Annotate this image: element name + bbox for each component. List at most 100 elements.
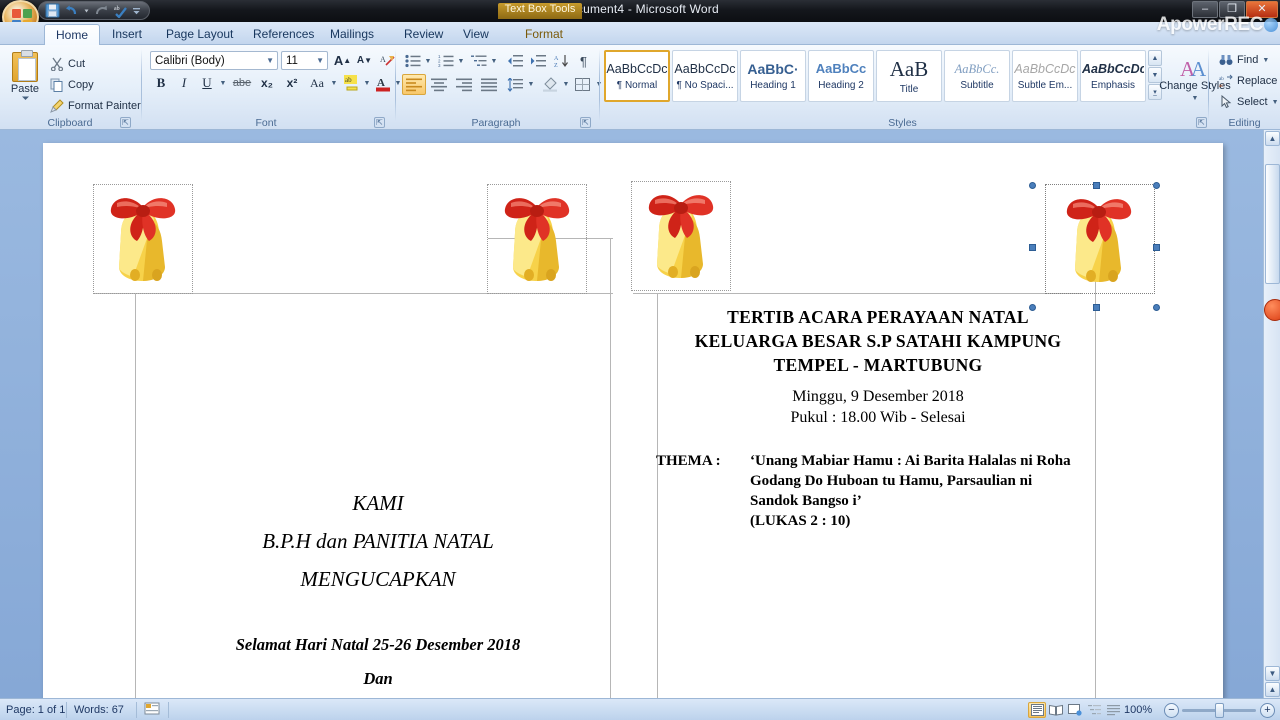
draft-view-button[interactable]	[1104, 702, 1122, 718]
scroll-down-button[interactable]: ▼	[1265, 666, 1280, 681]
zoom-in-button[interactable]: +	[1260, 703, 1275, 718]
change-case-dropdown-icon[interactable]: ▼	[329, 73, 339, 93]
right-card-thema-line-2[interactable]: Godang Do Huboan tu Hamu, Parsaulian ni	[750, 473, 1032, 490]
text-highlight-button[interactable]: ab	[341, 73, 363, 93]
paragraph-dialog-launcher[interactable]: ⇱	[580, 117, 591, 128]
outline-view-button[interactable]	[1085, 702, 1103, 718]
styles-dialog-launcher[interactable]: ⇱	[1196, 117, 1207, 128]
tab-home[interactable]: Home	[44, 24, 101, 45]
right-card-heading-2[interactable]: KELUARGA BESAR S.P SATAHI KAMPUNG	[663, 331, 1093, 352]
tab-page-layout[interactable]: Page Layout	[155, 24, 244, 45]
style-no-spacing[interactable]: AaBbCcDc ¶ No Spaci...	[672, 50, 738, 102]
left-card-line-1[interactable]: KAMI	[143, 491, 613, 516]
right-card-time[interactable]: Pukul : 18.00 Wib - Selesai	[663, 409, 1093, 427]
left-card-line-2[interactable]: B.P.H dan PANITIA NATAL	[143, 529, 613, 554]
find-button[interactable]: Find ▼	[1215, 51, 1277, 69]
format-painter-button[interactable]: Format Painter	[46, 97, 141, 115]
shrink-font-button[interactable]: A ▼	[354, 51, 375, 70]
bullets-button[interactable]	[402, 51, 423, 71]
scroll-up-button[interactable]: ▲	[1265, 131, 1280, 146]
page-number-status[interactable]: Page: 1 of 1	[6, 703, 65, 717]
scrollbar-thumb[interactable]	[1265, 164, 1280, 284]
clipboard-dialog-launcher[interactable]: ⇱	[120, 117, 131, 128]
web-layout-view-button[interactable]	[1066, 702, 1084, 718]
multilevel-dropdown-icon[interactable]: ▼	[489, 51, 499, 71]
right-card-thema-line-1[interactable]: ‘Unang Mabiar Hamu : Ai Barita Halalas n…	[750, 453, 1071, 470]
font-name-combobox[interactable]: Calibri (Body) ▼	[150, 51, 278, 70]
resize-handle-middle-left[interactable]	[1029, 244, 1036, 251]
right-card-heading-3[interactable]: TEMPEL - MARTUBUNG	[663, 355, 1093, 376]
justify-button[interactable]	[477, 74, 501, 95]
undo-dropdown-icon[interactable]	[83, 3, 90, 18]
align-right-button[interactable]	[452, 74, 476, 95]
line-spacing-dropdown-icon[interactable]: ▼	[526, 74, 536, 95]
font-dialog-launcher[interactable]: ⇱	[374, 117, 385, 128]
increase-indent-button[interactable]	[527, 51, 549, 71]
cut-button[interactable]: Cut	[46, 55, 134, 73]
style-heading-1[interactable]: AaBbC· Heading 1	[740, 50, 806, 102]
spelling-icon[interactable]: ab	[113, 3, 128, 19]
style-subtle-emphasis[interactable]: AaBbCcDc Subtle Em...	[1012, 50, 1078, 102]
font-color-button[interactable]: A	[373, 73, 393, 93]
word-count-status[interactable]: Words: 67	[74, 703, 124, 717]
tab-review[interactable]: Review	[393, 24, 454, 45]
previous-page-button[interactable]: ▲	[1265, 682, 1280, 697]
style-subtitle[interactable]: AaBbCc. Subtitle	[944, 50, 1010, 102]
left-card-greeting-1[interactable]: Selamat Hari Natal 25-26 Desember 2018	[143, 635, 613, 655]
shading-dropdown-icon[interactable]: ▼	[561, 74, 571, 95]
subscript-button[interactable]: x₂	[255, 73, 279, 93]
resize-handle-top-center[interactable]	[1093, 182, 1100, 189]
tab-mailings[interactable]: Mailings	[319, 24, 385, 45]
align-left-button[interactable]	[402, 74, 426, 95]
shading-button[interactable]	[539, 74, 561, 95]
resize-handle-bottom-center[interactable]	[1093, 304, 1100, 311]
style-heading-2[interactable]: AaBbCc Heading 2	[808, 50, 874, 102]
left-card-greeting-2[interactable]: Dan	[143, 669, 613, 689]
zoom-out-button[interactable]: −	[1164, 703, 1179, 718]
select-button[interactable]: Select ▼	[1215, 93, 1280, 111]
print-layout-view-button[interactable]	[1028, 702, 1046, 718]
style-emphasis[interactable]: AaBbCcDc Emphasis	[1080, 50, 1146, 102]
numbering-button[interactable]: 123	[435, 51, 456, 71]
zoom-slider-handle[interactable]	[1215, 703, 1224, 718]
tab-references[interactable]: References	[242, 24, 325, 45]
christmas-bells-image-3[interactable]	[635, 186, 727, 286]
zoom-level-label[interactable]: 100%	[1124, 703, 1152, 717]
show-formatting-marks-button[interactable]: ¶	[573, 51, 594, 71]
undo-icon[interactable]	[64, 3, 79, 18]
christmas-bells-image-4[interactable]	[1051, 190, 1147, 290]
change-case-button[interactable]: Aa	[305, 73, 329, 93]
align-center-button[interactable]	[427, 74, 451, 95]
right-card-thema-label[interactable]: THEMA :	[656, 453, 721, 470]
right-card-date[interactable]: Minggu, 9 Desember 2018	[663, 388, 1093, 406]
bullets-dropdown-icon[interactable]: ▼	[423, 51, 433, 71]
superscript-button[interactable]: x²	[280, 73, 304, 93]
borders-button[interactable]	[572, 74, 594, 95]
copy-button[interactable]: Copy	[46, 76, 134, 94]
highlight-dropdown-icon[interactable]: ▼	[362, 73, 372, 93]
decrease-indent-button[interactable]	[504, 51, 526, 71]
replace-button[interactable]: ab ac Replace	[1215, 72, 1280, 90]
christmas-bells-image-1[interactable]	[97, 189, 189, 289]
styles-scroll-up-button[interactable]: ▲	[1148, 50, 1162, 66]
right-card-heading-1[interactable]: TERTIB ACARA PERAYAAN NATAL	[663, 307, 1093, 328]
resize-handle-top-left[interactable]	[1029, 182, 1036, 189]
document-page[interactable]: KAMI B.P.H dan PANITIA NATAL MENGUCAPKAN…	[43, 143, 1223, 698]
underline-button[interactable]: U	[196, 73, 218, 93]
strikethrough-button[interactable]: abe	[230, 73, 254, 93]
font-size-combobox[interactable]: 11 ▼	[281, 51, 328, 70]
resize-handle-middle-right[interactable]	[1153, 244, 1160, 251]
document-canvas[interactable]: KAMI B.P.H dan PANITIA NATAL MENGUCAPKAN…	[0, 130, 1280, 698]
sort-button[interactable]: AZ	[551, 51, 572, 71]
vertical-scrollbar[interactable]: ▲ ▼ ▲	[1263, 130, 1280, 698]
redo-icon[interactable]	[94, 3, 109, 18]
numbering-dropdown-icon[interactable]: ▼	[456, 51, 466, 71]
grow-font-button[interactable]: A ▲	[332, 51, 353, 70]
christmas-bells-image-2[interactable]	[491, 189, 583, 289]
paste-button[interactable]: Paste	[8, 49, 42, 111]
full-screen-reading-view-button[interactable]	[1047, 702, 1065, 718]
right-card-thema-line-4[interactable]: (LUKAS 2 : 10)	[750, 513, 850, 530]
proofing-errors-icon[interactable]	[144, 701, 161, 715]
right-card-thema-line-3[interactable]: Sandok Bangso i’	[750, 493, 862, 510]
underline-dropdown-icon[interactable]: ▼	[218, 73, 228, 93]
